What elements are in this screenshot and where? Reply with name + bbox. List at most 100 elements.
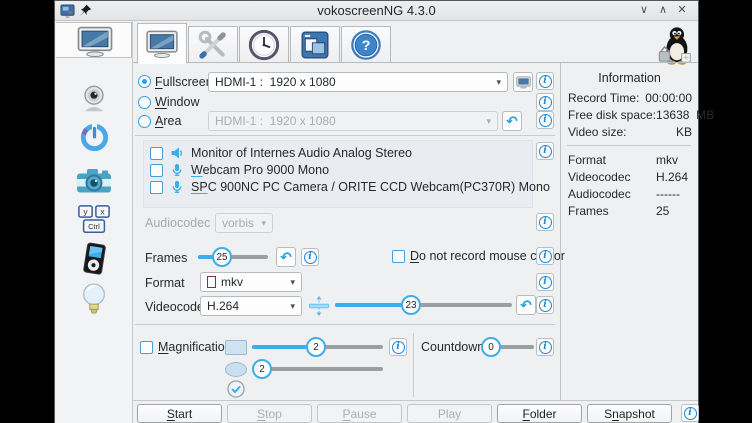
setting-row: Frames 25 [568,204,692,221]
quality-slider-handle[interactable]: 23 [401,295,421,315]
stat-label: Free disk space: [568,108,656,125]
undo-icon: ↶ [520,298,532,312]
format-label: Format [145,276,185,290]
help-icon: ? [350,29,382,61]
sidebar-item-camera[interactable] [55,166,133,198]
stat-row: Record Time: 00:00:00 [568,91,692,108]
snapshot-button[interactable]: Snapshot [587,404,672,423]
actionbar-info-button[interactable]: i [681,404,699,422]
windows-icon [300,30,330,60]
magnifier-shape-ellipse-swatch[interactable] [225,362,247,377]
area-radio[interactable] [138,115,151,128]
audio-device-list[interactable]: Monitor of Internes Audio Analog Stereo … [143,140,533,208]
vokoscreenng-window: vokoscreenNG 4.3.0 ∨ ∧ ✕ yxCtrl [55,1,698,423]
videocodec-select[interactable]: H.264 ▾ [200,296,302,316]
tab-settings[interactable] [188,26,238,63]
chevron-down-icon: ▾ [261,218,266,229]
area-reset-button[interactable]: ↶ [502,111,522,131]
magnifier-zoom-slider[interactable]: 2 [252,358,383,380]
info-icon: i [539,75,552,88]
videocodec-info-button[interactable]: i [536,296,554,314]
display-select-button[interactable] [513,72,533,92]
fullscreen-radio[interactable] [138,75,151,88]
information-stats: Record Time: 00:00:00 Free disk space: 1… [568,91,692,142]
countdown-slider-handle[interactable]: 0 [481,337,501,357]
sidebar-item-webcam[interactable] [55,83,133,115]
information-panel: Information Record Time: 00:00:00 Free d… [560,63,698,400]
information-divider [567,145,691,146]
chevron-down-icon: ▾ [486,116,491,127]
magnifier-size-slider[interactable]: 2 [252,336,383,358]
audio-info-button[interactable]: i [536,142,554,160]
stop-button: Stop [227,404,312,423]
svg-text:Ctrl: Ctrl [88,222,100,231]
setting-row: Format mkv [568,153,692,170]
audio-device-row[interactable]: SPC 900NC PC Camera / ORITE CCD Webcam(P… [150,179,550,195]
format-info-button[interactable]: i [536,273,554,291]
tab-pane-border [133,62,698,63]
frames-reset-button[interactable]: ↶ [276,247,296,267]
cursor-info-button[interactable]: i [536,247,554,265]
magnifier-shape-rect-swatch[interactable] [225,340,247,355]
format-select[interactable]: mkv ▾ [200,272,302,292]
fullscreen-info-button[interactable]: i [536,72,554,90]
start-button[interactable]: Start [137,404,222,423]
audio-device-row[interactable]: Webcam Pro 9000 Mono [150,162,329,178]
camera-icon [75,166,113,198]
information-settings: Format mkv Videocodec H.264 Audiocodec -… [568,153,692,221]
magnifier-size-slider-handle[interactable]: 2 [306,337,326,357]
audio-device-row[interactable]: Monitor of Internes Audio Analog Stereo [150,145,412,161]
microphone-icon [170,180,184,194]
quality-reset-button[interactable]: ↶ [516,295,536,315]
microphone-icon [170,163,184,177]
countdown-info-button[interactable]: i [536,338,554,356]
media-player-icon [77,241,111,277]
area-display-select: HDMI-1 : 1920 x 1080 ▾ [208,111,498,131]
frames-info-button[interactable]: i [301,248,319,266]
chevron-down-icon: ▾ [290,277,295,288]
fullscreen-display-select[interactable]: HDMI-1 : 1920 x 1080 ▾ [208,72,508,92]
sidebar-item-power[interactable] [55,121,133,154]
sidebar-item-tips[interactable] [55,281,133,317]
cursor-checkbox[interactable] [392,250,405,263]
magnifier-zoom-slider-handle[interactable]: 2 [252,359,272,379]
countdown-slider[interactable]: 0 [484,336,534,358]
area-info-button[interactable]: i [536,111,554,129]
audio-device-label: Monitor of Internes Audio Analog Stereo [191,146,412,160]
window-radio[interactable] [138,96,151,109]
chevron-down-icon: ▾ [290,301,295,312]
window-info-button[interactable]: i [536,93,554,111]
close-button[interactable]: ✕ [675,3,689,19]
sidebar-item-screen[interactable] [56,22,132,58]
frames-slider[interactable]: 25 [198,246,268,268]
audio-device-checkbox[interactable] [150,164,163,177]
magnification-checkbox[interactable] [140,341,153,354]
tab-screen[interactable] [137,23,187,64]
tab-timer[interactable] [239,26,289,63]
play-button: Play [407,404,492,423]
magnification-label: Magnification [158,340,232,354]
sidebar-item-player[interactable] [55,241,133,277]
maximize-button[interactable]: ∧ [656,3,670,19]
tab-windows[interactable] [290,26,340,63]
audiocodec-info-button[interactable]: i [536,213,554,231]
light-bulb-icon [79,281,109,317]
magnification-info-button[interactable]: i [389,338,407,356]
audio-device-checkbox[interactable] [150,181,163,194]
minimize-button[interactable]: ∨ [637,3,651,19]
frames-slider-handle[interactable]: 25 [212,247,232,267]
stat-value: 13638 MB [656,108,714,125]
title-bar[interactable]: vokoscreenNG 4.3.0 ∨ ∧ ✕ [55,1,698,21]
audio-device-checkbox[interactable] [150,147,163,160]
area-label: Area [155,114,181,128]
sidebar-item-shortcuts[interactable]: yxCtrl [55,203,133,237]
info-icon: i [539,276,552,289]
setting-label: Frames [568,204,656,221]
tab-help[interactable]: ? [341,26,391,63]
quality-slider[interactable]: 23 [335,294,512,316]
screen-icon [56,26,134,57]
folder-button[interactable]: Folder [497,404,582,423]
tools-icon [198,30,228,60]
setting-label: Audiocodec [568,187,656,204]
speaker-icon [170,146,184,160]
